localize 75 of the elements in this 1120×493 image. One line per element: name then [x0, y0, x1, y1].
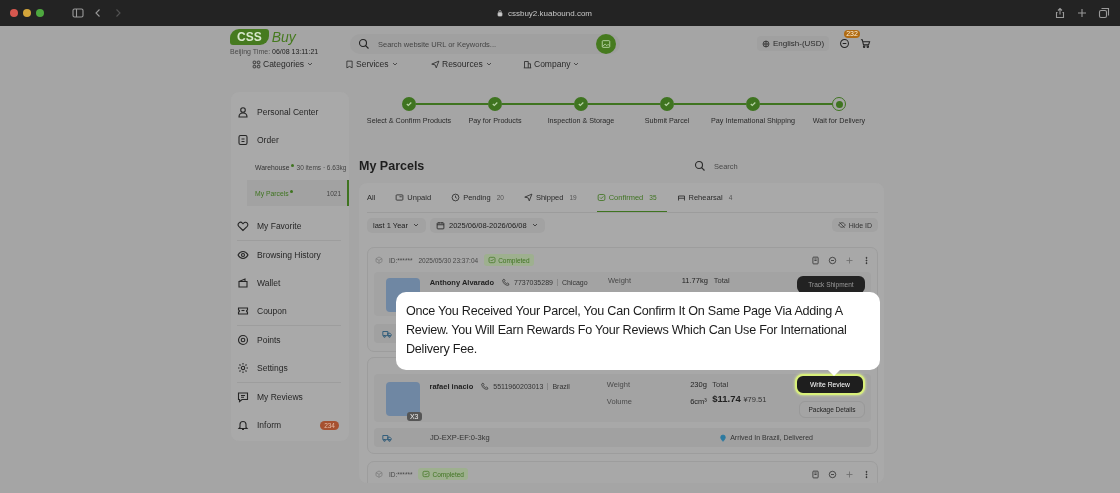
check-square-icon	[596, 192, 606, 202]
sidebar-item[interactable]: Settings	[237, 354, 349, 382]
page-title: My Parcels	[359, 159, 426, 173]
plus-icon	[845, 469, 854, 479]
search-icon	[358, 38, 370, 50]
sidebar-item[interactable]: Points	[237, 326, 349, 354]
chevron-down-icon	[572, 60, 581, 68]
image-search-button[interactable]	[596, 34, 616, 54]
chevron-down-icon	[306, 60, 315, 68]
wallet-icon	[395, 192, 405, 202]
sidebar-item[interactable]: Order	[237, 126, 349, 154]
chevron-down-icon	[530, 221, 539, 229]
chevron-down-icon	[412, 221, 421, 229]
bookmark-icon	[345, 59, 354, 69]
search-icon	[694, 160, 706, 172]
chevron-down-icon	[390, 60, 399, 68]
lock-icon	[495, 9, 504, 17]
site-logo[interactable]: CSS Buy	[230, 29, 346, 45]
check-square-icon	[422, 470, 431, 478]
more-icon	[862, 469, 871, 479]
cart-icon	[860, 38, 872, 49]
package-icon	[375, 470, 383, 478]
sidebar-item[interactable]: Personal Center	[237, 98, 349, 126]
phone-icon	[481, 382, 490, 390]
person-icon	[237, 106, 249, 118]
share-icon	[1054, 7, 1066, 19]
check-square-icon	[488, 256, 497, 264]
grid-icon	[252, 59, 261, 69]
nav-menu[interactable]: Company	[523, 59, 593, 69]
sidebar-item[interactable]: My Reviews	[237, 383, 349, 411]
phone-icon	[502, 278, 510, 286]
target-icon	[237, 334, 249, 346]
location-pin-icon	[719, 433, 728, 442]
eye-off-icon	[837, 221, 846, 229]
language-selector[interactable]: English-(USD)	[757, 36, 830, 51]
tooltip-pointer	[828, 370, 840, 376]
receipt-icon	[811, 255, 820, 265]
wallet-icon	[237, 277, 249, 289]
building-icon	[523, 59, 532, 69]
close-window-button[interactable]	[10, 9, 18, 17]
review-tooltip: Once You Received Your Parcel, You Can Confirm It On Same Page Via Adding A Review. You Will Earn Rewards Fo Your Reviews Which Can Use For International Delivery Fee.	[396, 292, 880, 370]
calendar-icon	[436, 220, 446, 230]
truck-icon	[382, 432, 392, 443]
send-icon	[523, 192, 533, 202]
sidebar-item[interactable]: My Favorite	[237, 212, 349, 240]
clock-icon	[451, 192, 461, 202]
globe-icon	[762, 39, 770, 48]
settings-icon	[237, 362, 249, 374]
bell-icon	[237, 419, 249, 431]
send-icon	[431, 59, 440, 69]
maximize-window-button[interactable]	[36, 9, 44, 17]
coupon-icon	[237, 305, 249, 317]
minimize-window-button[interactable]	[23, 9, 31, 17]
nav-menu[interactable]: Categories	[252, 59, 345, 69]
truck-icon	[382, 328, 392, 339]
nav-menu[interactable]: Resources	[431, 59, 523, 69]
tabs-overview-icon	[1098, 7, 1110, 19]
comment-icon	[237, 391, 249, 403]
chevron-down-icon	[484, 60, 493, 68]
image-icon	[601, 39, 611, 49]
box-icon	[676, 192, 686, 202]
plus-icon	[845, 255, 854, 265]
package-icon	[375, 256, 383, 264]
sidebar-toggle-icon	[72, 7, 84, 19]
more-icon	[862, 255, 871, 265]
eye-icon	[237, 249, 249, 261]
nav-menu[interactable]: Services	[345, 59, 431, 69]
sidebar-item[interactable]: Browsing History	[237, 241, 349, 269]
sidebar-item[interactable]: Wallet	[237, 269, 349, 297]
document-icon	[237, 134, 249, 146]
heart-icon	[237, 220, 249, 232]
new-tab-icon	[1076, 7, 1088, 19]
sidebar-item[interactable]: Coupon	[237, 297, 349, 325]
address-bar[interactable]: cssbuy2.kuabound.com	[507, 8, 593, 18]
receipt-icon	[811, 469, 820, 479]
